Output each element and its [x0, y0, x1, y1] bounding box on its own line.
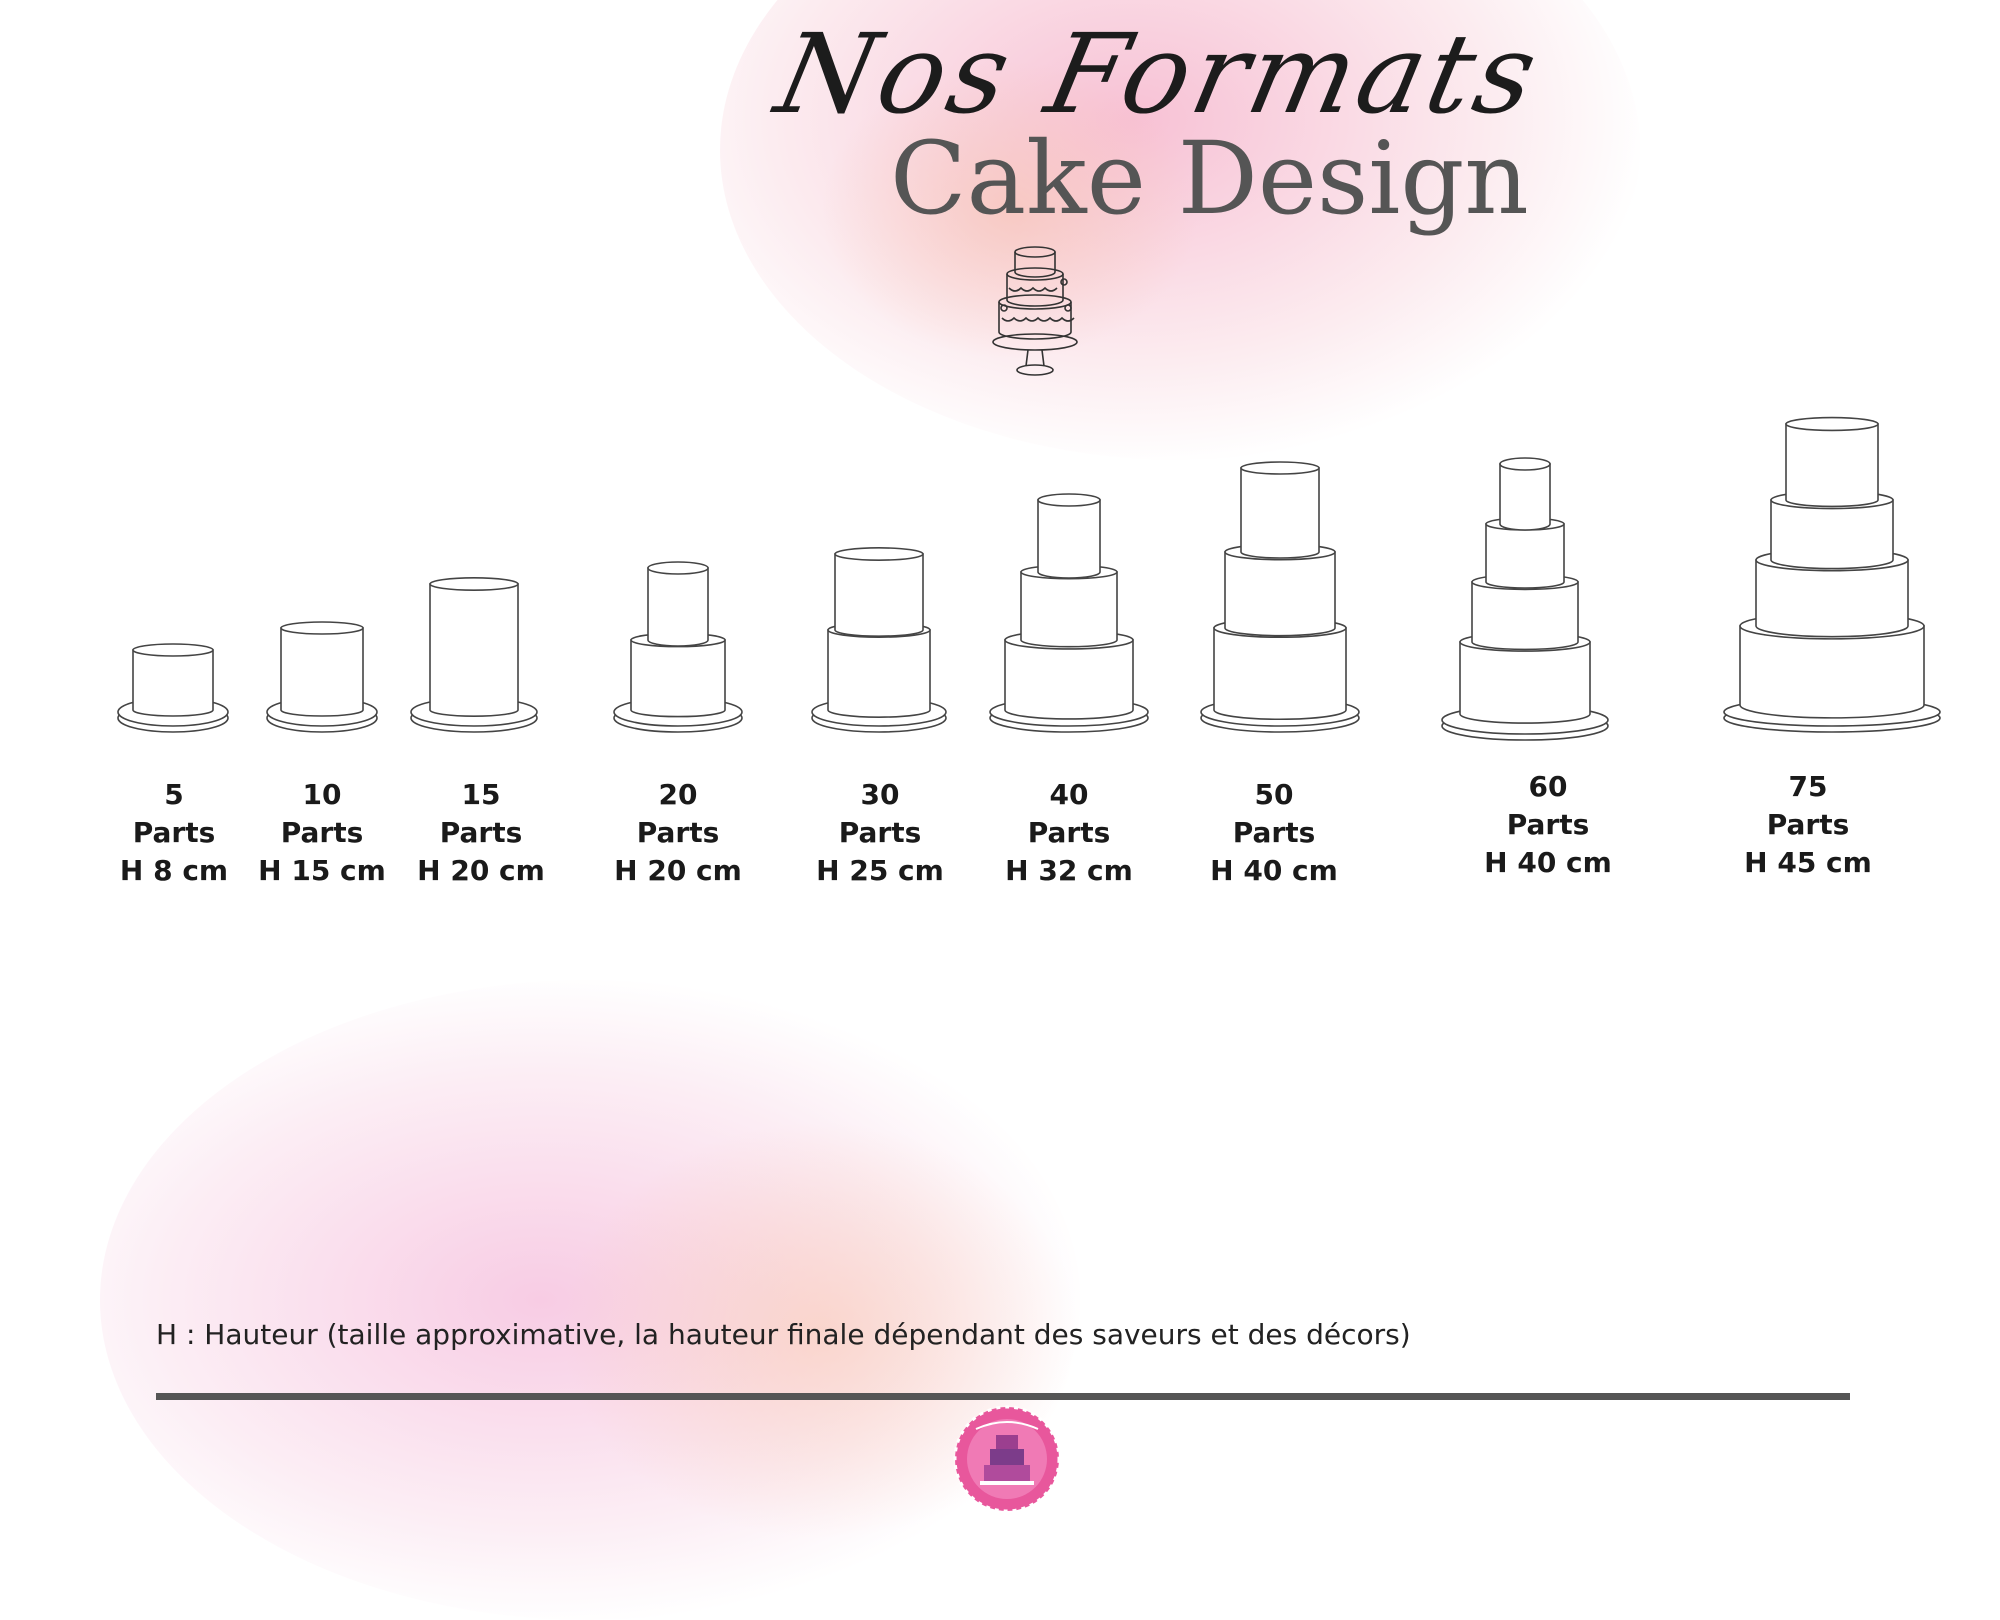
- cake-8: [1441, 457, 1609, 741]
- cake-tier-3: [1240, 467, 1320, 559]
- cake-tier-3: [1037, 499, 1101, 579]
- format-parts: 40: [1049, 778, 1089, 811]
- watercolor-bottom: [100, 980, 1080, 1620]
- cake-tier-2: [1020, 571, 1118, 648]
- cake-tier-4: [1499, 463, 1551, 531]
- bakery-logo-icon: [953, 1405, 1061, 1513]
- cake-tier-1: [827, 629, 931, 718]
- cake-4: [613, 561, 743, 733]
- format-label-75: 75 Parts H 45 cm: [1708, 768, 1908, 882]
- cake-tier-2: [1471, 581, 1579, 651]
- format-unit: Parts: [439, 816, 523, 849]
- cake-2: [266, 621, 378, 733]
- format-unit: Parts: [1232, 816, 1316, 849]
- format-height: H 20 cm: [614, 854, 742, 887]
- format-height: H 20 cm: [417, 854, 545, 887]
- cake-tier-top-1: [132, 643, 214, 657]
- format-parts: 75: [1788, 770, 1828, 803]
- cake-5: [811, 547, 947, 733]
- format-label-20: 20 Parts H 20 cm: [578, 776, 778, 890]
- tiered-cake-icon: [992, 246, 1078, 376]
- format-unit: Parts: [1766, 808, 1850, 841]
- cake-tier-2: [1224, 551, 1336, 637]
- cake-3: [410, 577, 538, 733]
- cake-tier-2: [834, 553, 924, 637]
- format-label-15: 15 Parts H 20 cm: [381, 776, 581, 890]
- format-label-30: 30 Parts H 25 cm: [780, 776, 980, 890]
- cake-1: [117, 643, 229, 733]
- format-parts: 50: [1254, 778, 1294, 811]
- cake-tier-1: [630, 639, 726, 718]
- format-height: H 40 cm: [1210, 854, 1338, 887]
- format-height: H 32 cm: [1005, 854, 1133, 887]
- cake-tier-top-4: [1785, 416, 1879, 432]
- format-height: H 25 cm: [816, 854, 944, 887]
- cake-tier-top-4: [1499, 457, 1551, 471]
- cake-tier-top-1: [429, 577, 519, 591]
- divider-line: [156, 1393, 1850, 1400]
- cake-9: [1723, 416, 1941, 733]
- format-unit: Parts: [1506, 808, 1590, 841]
- format-label-60: 60 Parts H 40 cm: [1448, 768, 1648, 882]
- cake-tier-1: [1739, 625, 1925, 719]
- format-parts: 15: [461, 778, 501, 811]
- format-label-40: 40 Parts H 32 cm: [969, 776, 1169, 890]
- cake-6: [989, 493, 1149, 733]
- cake-tier-4: [1785, 423, 1879, 508]
- format-unit: Parts: [636, 816, 720, 849]
- cake-tier-1: [429, 583, 519, 717]
- cake-tier-top-3: [1240, 461, 1320, 475]
- format-height: H 45 cm: [1744, 846, 1872, 879]
- cake-tier-1: [280, 627, 364, 717]
- format-parts: 20: [658, 778, 698, 811]
- cake-tier-2: [1755, 559, 1909, 638]
- cake-tier-1: [1459, 641, 1591, 724]
- format-unit: Parts: [1027, 816, 1111, 849]
- cake-tier-1: [1004, 639, 1134, 720]
- cake-tier-1: [1213, 627, 1347, 721]
- cake-tier-top-2: [647, 561, 709, 575]
- main-title: Cake Design: [890, 120, 1529, 237]
- format-parts: 60: [1528, 770, 1568, 803]
- cakes-drawing: [117, 416, 1941, 741]
- cake-tier-3: [1485, 523, 1565, 589]
- cake-tier-2: [647, 567, 709, 647]
- cake-7: [1200, 461, 1360, 733]
- script-title: Nos Formats: [766, 10, 1552, 138]
- cake-tier-top-2: [834, 547, 924, 561]
- cake-tier-3: [1770, 499, 1894, 570]
- format-unit: Parts: [838, 816, 922, 849]
- cake-formats-row: [0, 400, 2000, 760]
- footnote: H : Hauteur (taille approximative, la ha…: [156, 1318, 1411, 1351]
- cake-tier-top-1: [280, 621, 364, 635]
- format-label-50: 50 Parts H 40 cm: [1174, 776, 1374, 890]
- cake-tier-top-3: [1037, 493, 1101, 507]
- format-parts: 30: [860, 778, 900, 811]
- cake-tier-1: [132, 649, 214, 717]
- format-height: H 40 cm: [1484, 846, 1612, 879]
